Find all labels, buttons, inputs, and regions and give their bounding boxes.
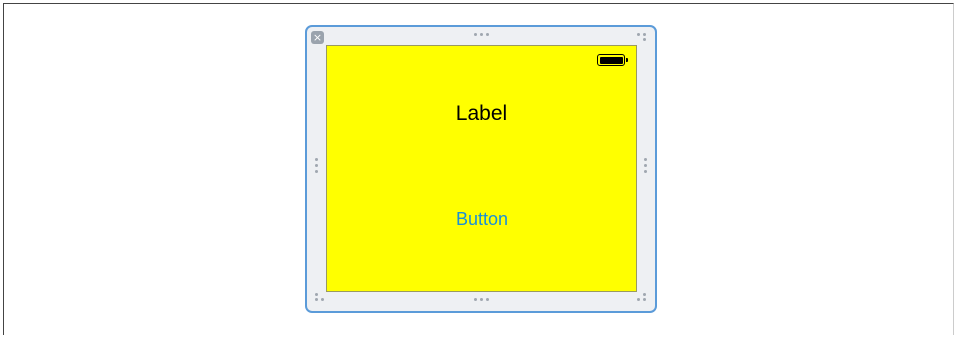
scene-frame[interactable]: × Label Button <box>305 25 657 313</box>
bottom-resize-handle[interactable] <box>474 298 489 301</box>
right-resize-handle[interactable] <box>644 158 647 173</box>
yellow-view[interactable]: Label Button <box>326 45 637 292</box>
top-right-resize-handle[interactable] <box>637 33 647 41</box>
bottom-right-resize-handle[interactable] <box>637 293 647 301</box>
close-icon[interactable]: × <box>311 31 324 44</box>
button[interactable]: Button <box>432 209 532 230</box>
left-resize-handle[interactable] <box>315 158 318 173</box>
top-resize-handle[interactable] <box>474 33 489 36</box>
bottom-left-resize-handle[interactable] <box>315 293 325 301</box>
battery-icon <box>597 54 628 66</box>
label[interactable]: Label <box>327 102 636 126</box>
